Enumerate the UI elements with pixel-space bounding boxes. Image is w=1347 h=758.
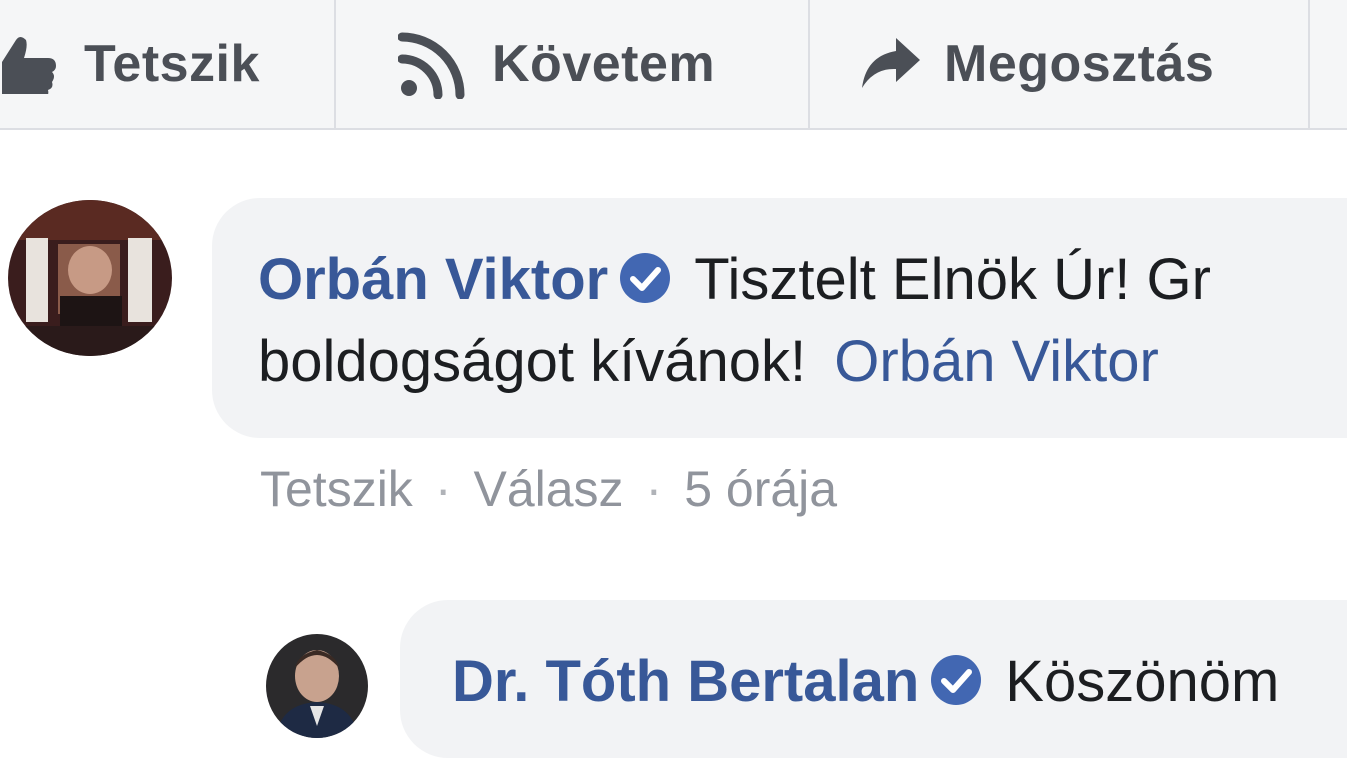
comment-like-link[interactable]: Tetszik: [260, 461, 413, 517]
like-button-label: Tetszik: [84, 35, 260, 93]
comment-author[interactable]: Orbán Viktor: [258, 247, 608, 312]
share-arrow-icon: [860, 36, 922, 92]
like-button[interactable]: Tetszik: [0, 0, 260, 128]
comment-line-2: boldogságot kívánok! Orbán Viktor: [258, 320, 1159, 404]
post-page: Tetszik Követem Megosztás Orbán Viktor T…: [0, 0, 1347, 758]
mention-link[interactable]: Orbán Viktor: [834, 329, 1159, 394]
verified-badge-icon: [929, 646, 983, 730]
comment-line-1: Dr. Tóth Bertalan Köszönöm: [452, 640, 1279, 730]
avatar[interactable]: [8, 200, 172, 356]
comment-timestamp[interactable]: 5 órája: [684, 461, 837, 517]
share-button-label: Megosztás: [944, 35, 1215, 93]
separator-dot: ·: [645, 461, 663, 517]
rss-follow-icon: [398, 29, 468, 99]
follow-button[interactable]: Követem: [398, 0, 715, 128]
comment-actions: Tetszik · Válasz · 5 órája: [260, 460, 837, 518]
action-divider: [334, 0, 336, 128]
comment-text: Tisztelt Elnök Úr! Gr: [694, 247, 1211, 312]
action-divider: [1308, 0, 1310, 128]
thumbs-up-icon: [0, 34, 60, 94]
verified-badge-icon: [618, 244, 672, 328]
post-action-bar: Tetszik Követem Megosztás: [0, 0, 1347, 130]
action-divider: [808, 0, 810, 128]
comment-text-continued: boldogságot kívánok!: [258, 329, 807, 394]
avatar[interactable]: [266, 634, 368, 738]
comment-reply-link[interactable]: Válasz: [473, 461, 623, 517]
share-button[interactable]: Megosztás: [860, 0, 1214, 128]
separator-dot: ·: [434, 461, 452, 517]
comment-text: Köszönöm: [1005, 649, 1280, 714]
follow-button-label: Követem: [492, 35, 716, 93]
comment-author[interactable]: Dr. Tóth Bertalan: [452, 649, 919, 714]
comment-line-1: Orbán Viktor Tisztelt Elnök Úr! Gr: [258, 238, 1211, 328]
